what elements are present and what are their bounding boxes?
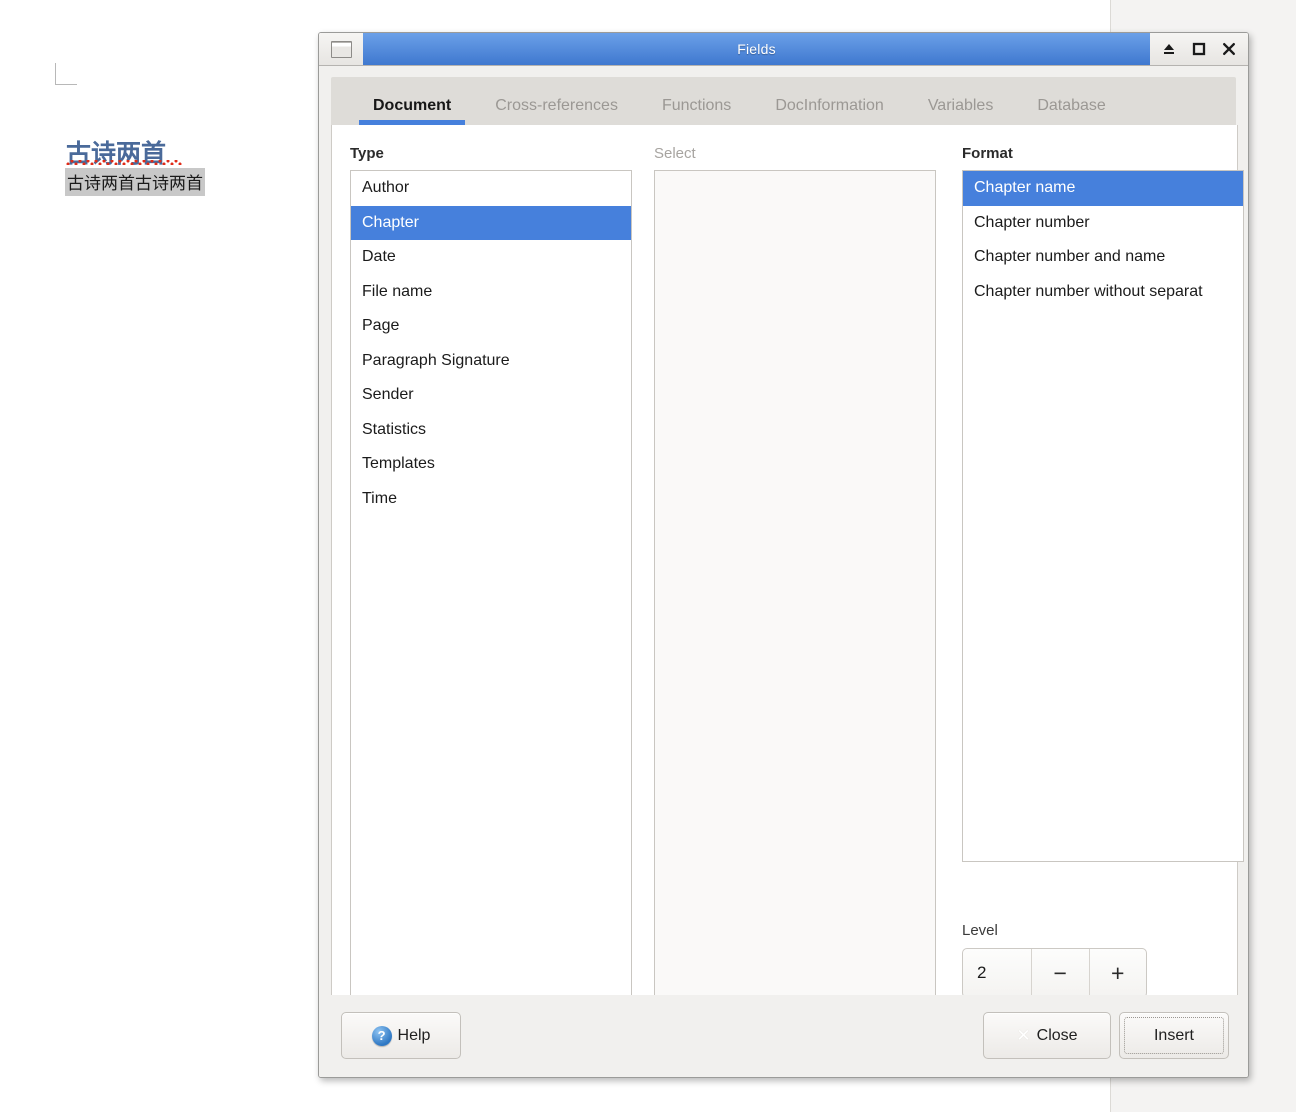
help-button[interactable]: ? Help xyxy=(341,1012,461,1059)
level-stepper[interactable]: 2 − + xyxy=(962,948,1147,998)
format-list-item[interactable]: Chapter number without separat xyxy=(963,275,1243,310)
tab-label: Database xyxy=(1037,97,1106,114)
document-tab-panel: Type Author Chapter Date File name Page Parag… xyxy=(331,125,1244,1029)
format-listbox[interactable]: Chapter name Chapter number Chapter number… xyxy=(962,170,1244,862)
window-restore-icon[interactable] xyxy=(319,33,363,65)
eject-icon[interactable] xyxy=(1160,40,1178,58)
format-list-item-label: Chapter name xyxy=(974,179,1076,196)
dialog-titlebar[interactable]: Fields xyxy=(319,33,1248,66)
level-decrement-button[interactable]: − xyxy=(1032,949,1090,997)
dialog-title: Fields xyxy=(737,41,776,57)
type-list-item-label: Statistics xyxy=(362,420,427,438)
format-list-item[interactable]: Chapter number and name xyxy=(963,240,1243,275)
type-list-item-label: Date xyxy=(362,248,396,265)
type-list-item[interactable]: Paragraph Signature xyxy=(351,344,631,379)
dialog-footer: ? Help ✕ Close Insert xyxy=(319,995,1248,1077)
tab-document[interactable]: Document xyxy=(351,98,473,125)
close-x-icon: ✕ xyxy=(1016,1026,1031,1045)
titlebar-button-group xyxy=(1150,33,1248,65)
close-button[interactable]: ✕ Close xyxy=(983,1012,1111,1059)
level-value-field[interactable]: 2 xyxy=(963,949,1032,997)
type-list-item-label: Sender xyxy=(362,386,414,403)
format-list-item-label: Chapter number xyxy=(974,213,1090,231)
type-list-item[interactable]: Chapter xyxy=(351,205,631,240)
format-label: Format xyxy=(962,145,1013,162)
titlebar-drag-area[interactable]: Fields xyxy=(363,33,1150,65)
tab-label: Functions xyxy=(661,97,732,114)
insert-button[interactable]: Insert xyxy=(1119,1012,1229,1059)
type-list-item[interactable]: File name xyxy=(351,275,631,310)
type-list-item[interactable]: Date xyxy=(351,240,631,275)
type-list-item-label: Chapter xyxy=(362,213,419,231)
maximize-icon[interactable] xyxy=(1190,40,1208,58)
fields-dialog: Fields Document Cross-references Functio… xyxy=(318,32,1249,1078)
insert-button-label: Insert xyxy=(1153,1026,1194,1044)
type-list-item[interactable]: Page xyxy=(351,309,631,344)
type-list-item-label: Time xyxy=(362,489,397,507)
select-listbox[interactable] xyxy=(654,170,936,1010)
tab-docinformation[interactable]: DocInformation xyxy=(753,98,906,125)
tab-cross-references[interactable]: Cross-references xyxy=(473,98,640,125)
tab-functions[interactable]: Functions xyxy=(640,98,753,125)
type-label: Type xyxy=(350,145,384,162)
document-field-text: 古诗两首古诗两首 xyxy=(65,168,205,196)
select-label: Select xyxy=(654,145,696,162)
format-list-item[interactable]: Chapter name xyxy=(963,171,1243,206)
format-list-item-label: Chapter number without separat xyxy=(974,282,1203,300)
type-list-item[interactable]: Templates xyxy=(351,447,631,482)
help-icon: ? xyxy=(371,1025,392,1046)
type-list-item-label: Paragraph Signature xyxy=(362,351,510,369)
type-list-item[interactable]: Statistics xyxy=(351,413,631,448)
type-list-item[interactable]: Author xyxy=(351,171,631,206)
help-button-label: Help xyxy=(397,1026,431,1044)
type-list-item-label: File name xyxy=(362,282,433,300)
close-icon[interactable] xyxy=(1220,40,1238,58)
tab-label: Cross-references xyxy=(495,97,618,114)
level-label: Level xyxy=(962,922,998,939)
type-list-item-label: Page xyxy=(362,317,400,334)
type-list-item[interactable]: Sender xyxy=(351,378,631,413)
type-list-item-label: Author xyxy=(362,179,410,196)
tab-label: Document xyxy=(373,97,452,114)
tab-database[interactable]: Database xyxy=(1015,98,1128,125)
type-listbox[interactable]: Author Chapter Date File name Page Paragraph … xyxy=(350,170,632,1010)
format-list-item-label: Chapter number and name xyxy=(974,248,1166,265)
tab-variables[interactable]: Variables xyxy=(906,98,1016,125)
format-list-item[interactable]: Chapter number xyxy=(963,206,1243,241)
level-increment-button[interactable]: + xyxy=(1090,949,1147,997)
type-list-item[interactable]: Time xyxy=(351,482,631,517)
tab-label: DocInformation xyxy=(775,97,884,114)
text-boundary-marker xyxy=(55,63,77,85)
type-list-item-label: Templates xyxy=(362,455,435,472)
spellcheck-squiggle-icon xyxy=(66,160,182,165)
close-button-label: Close xyxy=(1036,1026,1078,1044)
tab-label: Variables xyxy=(927,97,994,114)
dialog-tabstrip: Document Cross-references Functions DocI… xyxy=(331,77,1236,125)
